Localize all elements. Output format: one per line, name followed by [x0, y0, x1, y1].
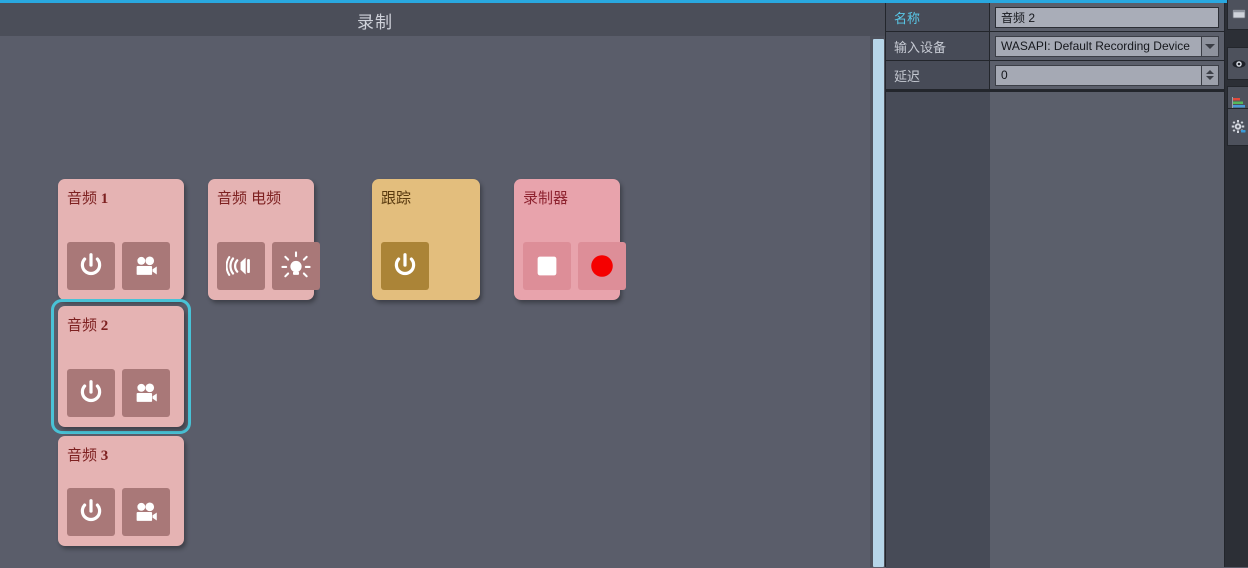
card-title: 音频 2 — [67, 317, 109, 334]
card-title: 跟踪 — [381, 190, 412, 207]
rack-card-audio-1[interactable]: 音频 1 — [58, 179, 184, 300]
property-label: 延迟 — [886, 61, 990, 90]
property-label: 输入设备 — [886, 32, 990, 61]
card-title: 音频 电频 — [217, 190, 282, 207]
window-icon — [1231, 6, 1247, 22]
rack-card-recorder[interactable]: 录制器 — [514, 179, 626, 300]
rack-card-tracking[interactable]: 跟踪 — [372, 179, 480, 300]
rack-card-audio-2[interactable]: 音频 2 — [58, 306, 184, 427]
rack-card-audio-electric[interactable]: 音频 电频 — [208, 179, 320, 300]
tool-strip-window[interactable] — [1227, 0, 1248, 30]
delay-stepper[interactable]: 0 — [995, 64, 1219, 86]
card-button-stop-square[interactable] — [523, 242, 571, 290]
card-title-number: 3 — [97, 448, 109, 464]
card-button-record-circle[interactable] — [578, 242, 626, 290]
name-input[interactable]: 音频 2 — [995, 6, 1219, 28]
card-button-row — [381, 242, 429, 290]
video-camera-icon — [131, 251, 161, 281]
property-row: 输入设备 WASAPI: Default Recording Device — [886, 32, 1224, 61]
card-title: 录制器 — [523, 190, 569, 207]
property-value-cell: 0 — [990, 61, 1224, 90]
video-camera-icon — [131, 497, 161, 527]
vertical-scrollbar-track[interactable] — [870, 36, 885, 567]
card-button-power[interactable] — [67, 488, 115, 536]
right-tool-strip — [1225, 0, 1248, 567]
record-circle-icon — [587, 251, 617, 281]
tool-strip-gear[interactable] — [1227, 108, 1248, 146]
window-titlebar: 录制 — [0, 3, 885, 36]
eye-icon — [1231, 56, 1247, 72]
power-icon — [76, 378, 106, 408]
card-button-row — [523, 242, 626, 290]
input-device-value[interactable]: WASAPI: Default Recording Device — [995, 35, 1201, 57]
recording-main-panel: 录制 音频 1 音频 电频 跟踪 录制器音频 2 音频 3 — [0, 3, 885, 567]
card-title: 音频 1 — [67, 190, 109, 207]
tool-strip-eye[interactable] — [1227, 47, 1248, 80]
stop-square-icon — [532, 251, 562, 281]
card-button-lightbulb[interactable] — [272, 242, 320, 290]
card-button-row — [67, 369, 170, 417]
card-button-video-camera[interactable] — [122, 369, 170, 417]
gear-icon — [1231, 119, 1247, 135]
property-row: 名称 音频 2 — [886, 3, 1224, 32]
card-button-row — [67, 488, 170, 536]
application-window: 录制 音频 1 音频 电频 跟踪 录制器 音频 2 音频 3 名称 音频 2 输入设备 WASA… — [0, 0, 1248, 568]
card-button-video-camera[interactable] — [122, 488, 170, 536]
card-button-power[interactable] — [381, 242, 429, 290]
card-button-speaker[interactable] — [217, 242, 265, 290]
page-title: 录制 — [357, 13, 393, 32]
rack-card-audio-3[interactable]: 音频 3 — [58, 436, 184, 546]
inspector-empty-area — [990, 91, 1224, 568]
stepper-up-icon[interactable] — [1206, 70, 1214, 74]
power-icon — [76, 251, 106, 281]
property-value-cell: 音频 2 — [990, 3, 1224, 32]
inspector-label-column-filler — [886, 91, 991, 568]
rack-canvas[interactable]: 音频 1 音频 电频 跟踪 录制器音频 2 音频 3 — [0, 36, 870, 567]
card-button-power[interactable] — [67, 369, 115, 417]
delay-input[interactable]: 0 — [995, 64, 1201, 86]
card-button-row — [67, 242, 170, 290]
card-button-row — [217, 242, 320, 290]
property-value-cell: WASAPI: Default Recording Device — [990, 32, 1224, 61]
input-device-select[interactable]: WASAPI: Default Recording Device — [995, 35, 1219, 57]
power-icon — [76, 497, 106, 527]
card-title: 音频 3 — [67, 447, 109, 464]
property-row: 延迟 0 — [886, 61, 1224, 90]
properties-table: 名称 音频 2 输入设备 WASAPI: Default Recording Devi… — [886, 3, 1224, 90]
properties-inspector: 名称 音频 2 输入设备 WASAPI: Default Recording Devi… — [885, 3, 1225, 568]
stepper-arrows[interactable] — [1201, 64, 1219, 86]
power-icon — [390, 251, 420, 281]
card-button-video-camera[interactable] — [122, 242, 170, 290]
vertical-scrollbar-thumb[interactable] — [873, 39, 884, 567]
property-label: 名称 — [886, 3, 990, 32]
chevron-down-icon[interactable] — [1201, 35, 1219, 57]
card-button-power[interactable] — [67, 242, 115, 290]
speaker-icon — [226, 251, 256, 281]
lightbulb-icon — [281, 251, 311, 281]
stepper-down-icon[interactable] — [1206, 76, 1214, 80]
video-camera-icon — [131, 378, 161, 408]
card-title-number: 2 — [97, 318, 109, 334]
card-title-number: 1 — [97, 191, 109, 207]
